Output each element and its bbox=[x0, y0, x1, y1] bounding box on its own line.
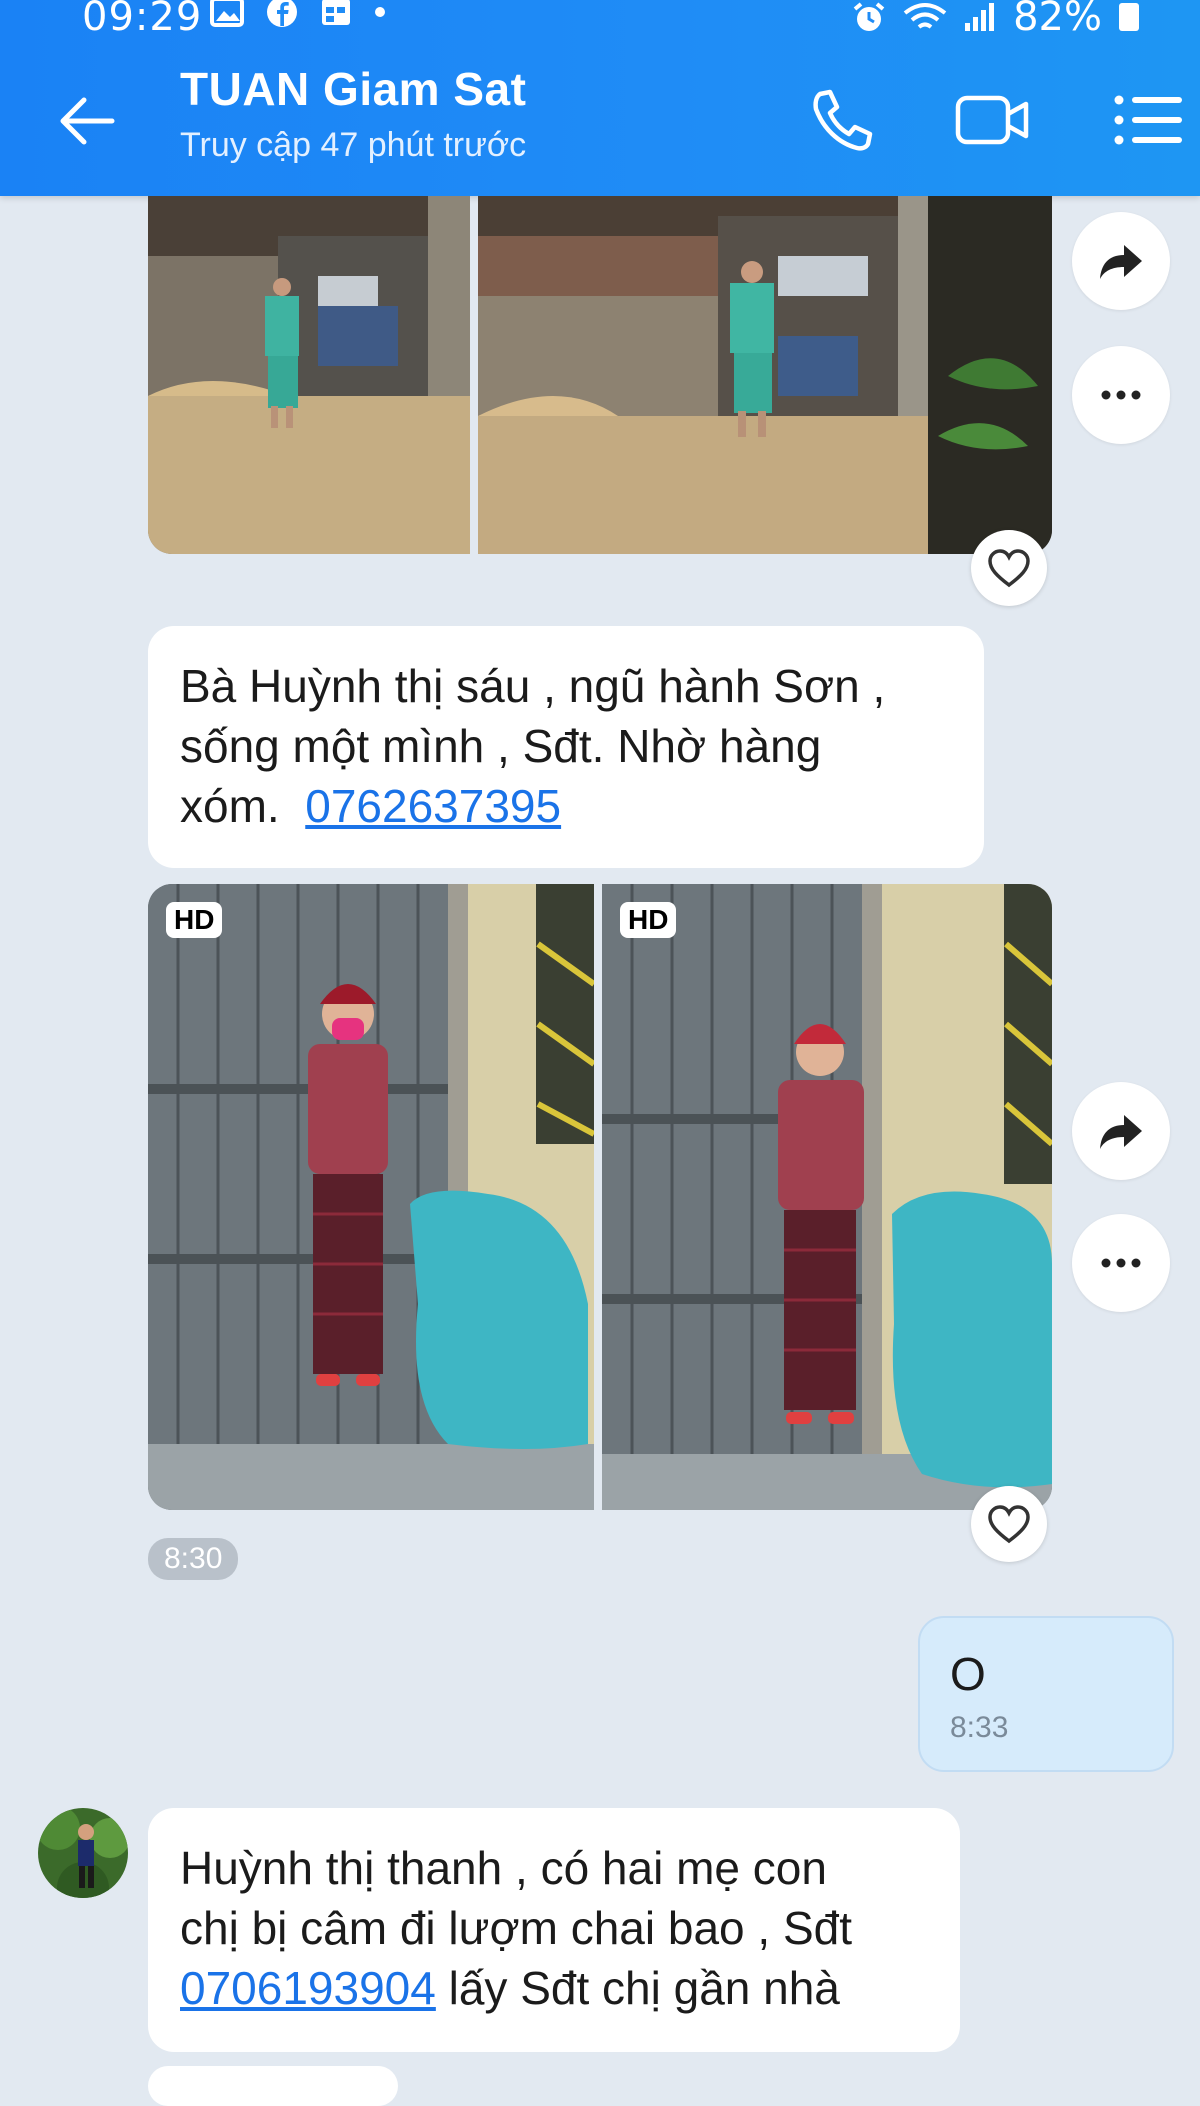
more-options-button[interactable] bbox=[1072, 346, 1170, 444]
incoming-message[interactable]: Bà Huỳnh thị sáu , ngũ hành Sơn , sống m… bbox=[148, 626, 984, 868]
react-heart-button[interactable] bbox=[971, 1486, 1047, 1562]
share-arrow-icon bbox=[1100, 1115, 1142, 1149]
heart-icon bbox=[988, 1505, 1030, 1544]
outgoing-message[interactable]: O 8:33 bbox=[918, 1616, 1174, 1772]
share-arrow-icon bbox=[1100, 245, 1142, 279]
hd-badge: HD bbox=[620, 902, 677, 938]
sender-avatar[interactable] bbox=[38, 1808, 128, 1898]
facebook-icon bbox=[267, 0, 297, 27]
photo-thumbnail[interactable]: HD bbox=[148, 884, 594, 1510]
message-text-line: 0706193904 lấy Sđt chị gần nhà bbox=[180, 1958, 928, 2018]
battery-percent: 82% bbox=[1013, 0, 1102, 40]
chat-header: 09:29 82% TUAN Giam Sat Truy cập 47 phút… bbox=[0, 0, 1200, 196]
status-time: 09:29 bbox=[82, 0, 203, 40]
photo-group-2: HD HD bbox=[148, 884, 1052, 1510]
message-timestamp: 8:33 bbox=[950, 1711, 1009, 1744]
video-call-icon[interactable] bbox=[954, 86, 1030, 154]
message-text-line: xóm. 0762637395 bbox=[180, 776, 952, 836]
message-text-line: Bà Huỳnh thị sáu , ngũ hành Sơn , bbox=[180, 660, 886, 712]
wifi-icon bbox=[903, 3, 947, 29]
incoming-message[interactable]: Huỳnh thị thanh , có hai mẹ con chị bị c… bbox=[148, 1808, 960, 2052]
status-notification-icons bbox=[210, 0, 386, 28]
gallery-icon bbox=[210, 0, 244, 27]
menu-list-icon[interactable] bbox=[1110, 86, 1186, 154]
message-text-line: Huỳnh thị thanh , có hai mẹ con bbox=[180, 1842, 827, 1894]
message-text: O bbox=[950, 1648, 986, 1700]
phone-call-icon[interactable] bbox=[806, 86, 882, 154]
message-text-line: sống một mình , Sđt. Nhờ hàng bbox=[180, 720, 822, 772]
status-system-icons: 82% bbox=[851, 0, 1140, 40]
share-button[interactable] bbox=[1072, 212, 1170, 310]
message-text-line: chị bị câm đi lượm chai bao , Sđt bbox=[180, 1902, 853, 1954]
message-text-segment: lấy Sđt chị gần nhà bbox=[435, 1962, 840, 2014]
react-heart-button[interactable] bbox=[971, 530, 1047, 606]
calendar-icon bbox=[322, 0, 350, 25]
more-dots-icon bbox=[1101, 1258, 1141, 1268]
phone-number-link[interactable]: 0762637395 bbox=[305, 780, 561, 832]
phone-number-link[interactable]: 0706193904 bbox=[180, 1962, 436, 2014]
more-options-button[interactable] bbox=[1072, 1214, 1170, 1312]
photo-thumbnail[interactable] bbox=[478, 196, 1052, 554]
heart-icon bbox=[988, 549, 1030, 588]
photo-thumbnail[interactable] bbox=[148, 196, 470, 554]
photo-group-1 bbox=[148, 196, 1052, 554]
message-timestamp: 8:30 bbox=[148, 1538, 239, 1580]
more-dots-icon bbox=[1101, 390, 1141, 400]
incoming-message-partial[interactable] bbox=[148, 2066, 398, 2106]
alarm-icon bbox=[853, 2, 885, 31]
share-button[interactable] bbox=[1072, 1082, 1170, 1180]
dot-icon bbox=[375, 7, 385, 17]
back-arrow-icon[interactable] bbox=[54, 88, 120, 154]
contact-name[interactable]: TUAN Giam Sat bbox=[180, 62, 526, 116]
message-text-segment: xóm. bbox=[180, 780, 306, 832]
battery-icon bbox=[1119, 3, 1139, 31]
signal-icon bbox=[965, 3, 995, 31]
photo-thumbnail[interactable]: HD bbox=[602, 884, 1052, 1510]
last-seen-status: Truy cập 47 phút trước bbox=[180, 126, 527, 164]
hd-badge: HD bbox=[166, 902, 223, 938]
